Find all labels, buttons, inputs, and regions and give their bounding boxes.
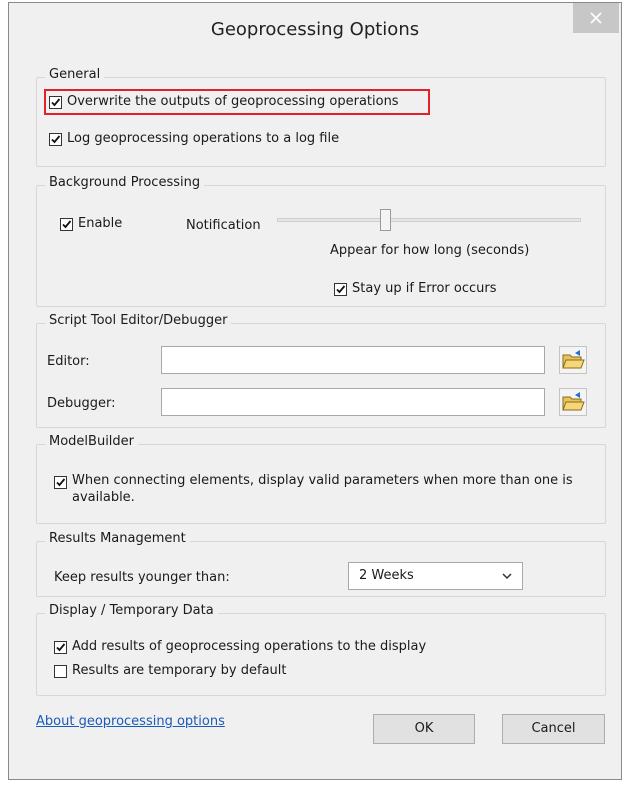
slider-caption: Appear for how long (seconds) (330, 243, 530, 258)
chevron-down-icon (502, 573, 512, 580)
valid-parameters-checkbox[interactable] (54, 476, 67, 489)
temporary-label: Results are temporary by default (72, 663, 287, 678)
notification-slider-thumb[interactable] (380, 209, 391, 231)
results-legend: Results Management (45, 531, 190, 546)
modelbuilder-legend: ModelBuilder (45, 434, 139, 449)
temporary-checkbox[interactable] (54, 665, 67, 678)
editor-input[interactable] (161, 346, 545, 374)
editor-label: Editor: (47, 354, 90, 369)
checkmark-icon (62, 220, 72, 229)
keep-results-select[interactable]: 2 Weeks (348, 562, 523, 590)
log-label: Log geoprocessing operations to a log fi… (67, 131, 340, 146)
checkmark-icon (56, 643, 66, 652)
keep-results-value: 2 Weeks (359, 568, 414, 583)
log-checkbox[interactable] (49, 133, 62, 146)
cancel-button[interactable]: Cancel (502, 714, 605, 744)
stay-up-label: Stay up if Error occurs (352, 281, 497, 296)
background-processing-group: Background Processing Enable Notificatio… (36, 175, 606, 307)
stay-up-checkbox[interactable] (334, 283, 347, 296)
folder-browse-icon (562, 350, 585, 369)
add-results-label: Add results of geoprocessing operations … (72, 639, 427, 654)
debugger-browse-button[interactable] (559, 388, 587, 416)
close-button[interactable] (573, 3, 619, 33)
enable-label: Enable (78, 216, 123, 231)
valid-parameters-label-line1: When connecting elements, display valid … (72, 473, 573, 488)
general-group: General Overwrite the outputs of geoproc… (36, 67, 606, 167)
overwrite-label: Overwrite the outputs of geoprocessing o… (67, 94, 399, 109)
checkmark-icon (51, 98, 61, 107)
notification-label: Notification (186, 218, 261, 233)
ok-button[interactable]: OK (373, 714, 475, 744)
dialog-title: Geoprocessing Options (210, 19, 420, 40)
checkmark-icon (336, 285, 346, 294)
script-tool-group: Script Tool Editor/Debugger Editor: Debu… (36, 313, 606, 428)
debugger-label: Debugger: (47, 396, 116, 411)
folder-browse-icon (562, 392, 585, 411)
script-tool-legend: Script Tool Editor/Debugger (45, 313, 232, 328)
close-icon (590, 12, 602, 24)
results-management-group: Results Management Keep results younger … (36, 531, 606, 597)
title-bar: Geoprocessing Options (9, 3, 621, 55)
keep-results-label: Keep results younger than: (54, 570, 230, 585)
valid-parameters-label-line2: available. (72, 490, 135, 505)
notification-slider-track[interactable] (277, 218, 581, 222)
add-results-checkbox[interactable] (54, 641, 67, 654)
display-temporary-group: Display / Temporary Data Add results of … (36, 603, 606, 696)
editor-browse-button[interactable] (559, 346, 587, 374)
debugger-input[interactable] (161, 388, 545, 416)
checkmark-icon (56, 478, 66, 487)
geoprocessing-options-dialog: Geoprocessing Options General Overwrite … (8, 2, 622, 780)
general-legend: General (45, 67, 105, 82)
display-legend: Display / Temporary Data (45, 603, 218, 618)
checkmark-icon (51, 135, 61, 144)
about-geoprocessing-link[interactable]: About geoprocessing options (36, 714, 225, 729)
overwrite-checkbox[interactable] (49, 96, 62, 109)
modelbuilder-group: ModelBuilder When connecting elements, d… (36, 434, 606, 524)
background-legend: Background Processing (45, 175, 205, 190)
enable-checkbox[interactable] (60, 218, 73, 231)
